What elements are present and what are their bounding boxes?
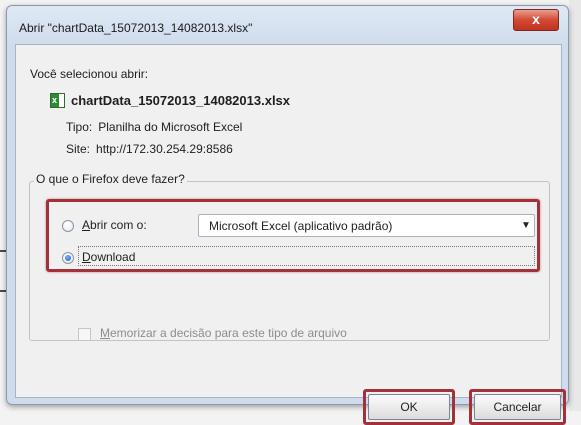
remember-checkbox[interactable] (78, 328, 91, 341)
ok-button[interactable]: OK (368, 394, 450, 420)
close-button[interactable]: x (513, 9, 559, 31)
selected-label: Você selecionou abrir: (30, 67, 149, 81)
download-label[interactable]: Download (82, 250, 135, 264)
file-row: x chartData_15072013_14082013.xlsx (50, 93, 290, 108)
download-label-text: ownload (90, 250, 136, 264)
type-label: Tipo: (66, 120, 93, 134)
site-label: Site: (66, 142, 91, 156)
ok-button-highlight: OK (363, 389, 455, 425)
cancel-button-highlight: Cancelar (469, 389, 566, 425)
open-with-mnemonic: A (82, 218, 91, 232)
site-value: http://172.30.254.29:8586 (96, 142, 233, 156)
dialog-title: Abrir "chartData_15072013_14082013.xlsx" (19, 21, 253, 35)
cancel-button[interactable]: Cancelar (474, 394, 561, 420)
open-with-radio[interactable] (62, 220, 74, 232)
file-name: chartData_15072013_14082013.xlsx (71, 93, 291, 108)
application-select-value: Microsoft Excel (aplicativo padrão) (209, 218, 393, 233)
remember-label-text: emorizar a decisão para este tipo de arq… (110, 326, 347, 340)
close-icon: x (532, 11, 540, 27)
excel-file-icon: x (50, 93, 65, 108)
application-select[interactable]: Microsoft Excel (aplicativo padrão) ▼ (198, 214, 535, 237)
file-site-row: Site: http://172.30.254.29:8586 (66, 142, 233, 156)
download-radio[interactable] (62, 252, 74, 264)
type-value: Planilha do Microsoft Excel (98, 120, 243, 134)
download-focus-rect (78, 246, 535, 266)
remember-label[interactable]: Memorizar a decisão para este tipo de ar… (100, 326, 347, 340)
open-with-label-text: brir com o: (90, 218, 147, 232)
dropdown-arrow-icon[interactable]: ▼ (518, 220, 534, 231)
open-with-label[interactable]: Abrir com o: (82, 218, 147, 232)
download-mnemonic: D (82, 250, 91, 264)
action-group-legend: O que o Firefox deve fazer? (34, 172, 187, 186)
dialog-titlebar[interactable]: Abrir "chartData_15072013_14082013.xlsx"… (7, 6, 568, 44)
remember-mnemonic: M (100, 326, 110, 340)
dialog-content: Você selecionou abrir: x chartData_15072… (15, 44, 566, 425)
file-type-row: Tipo: Planilha do Microsoft Excel (66, 120, 242, 134)
open-file-dialog: Abrir "chartData_15072013_14082013.xlsx"… (6, 5, 569, 425)
background-page (569, 0, 581, 411)
